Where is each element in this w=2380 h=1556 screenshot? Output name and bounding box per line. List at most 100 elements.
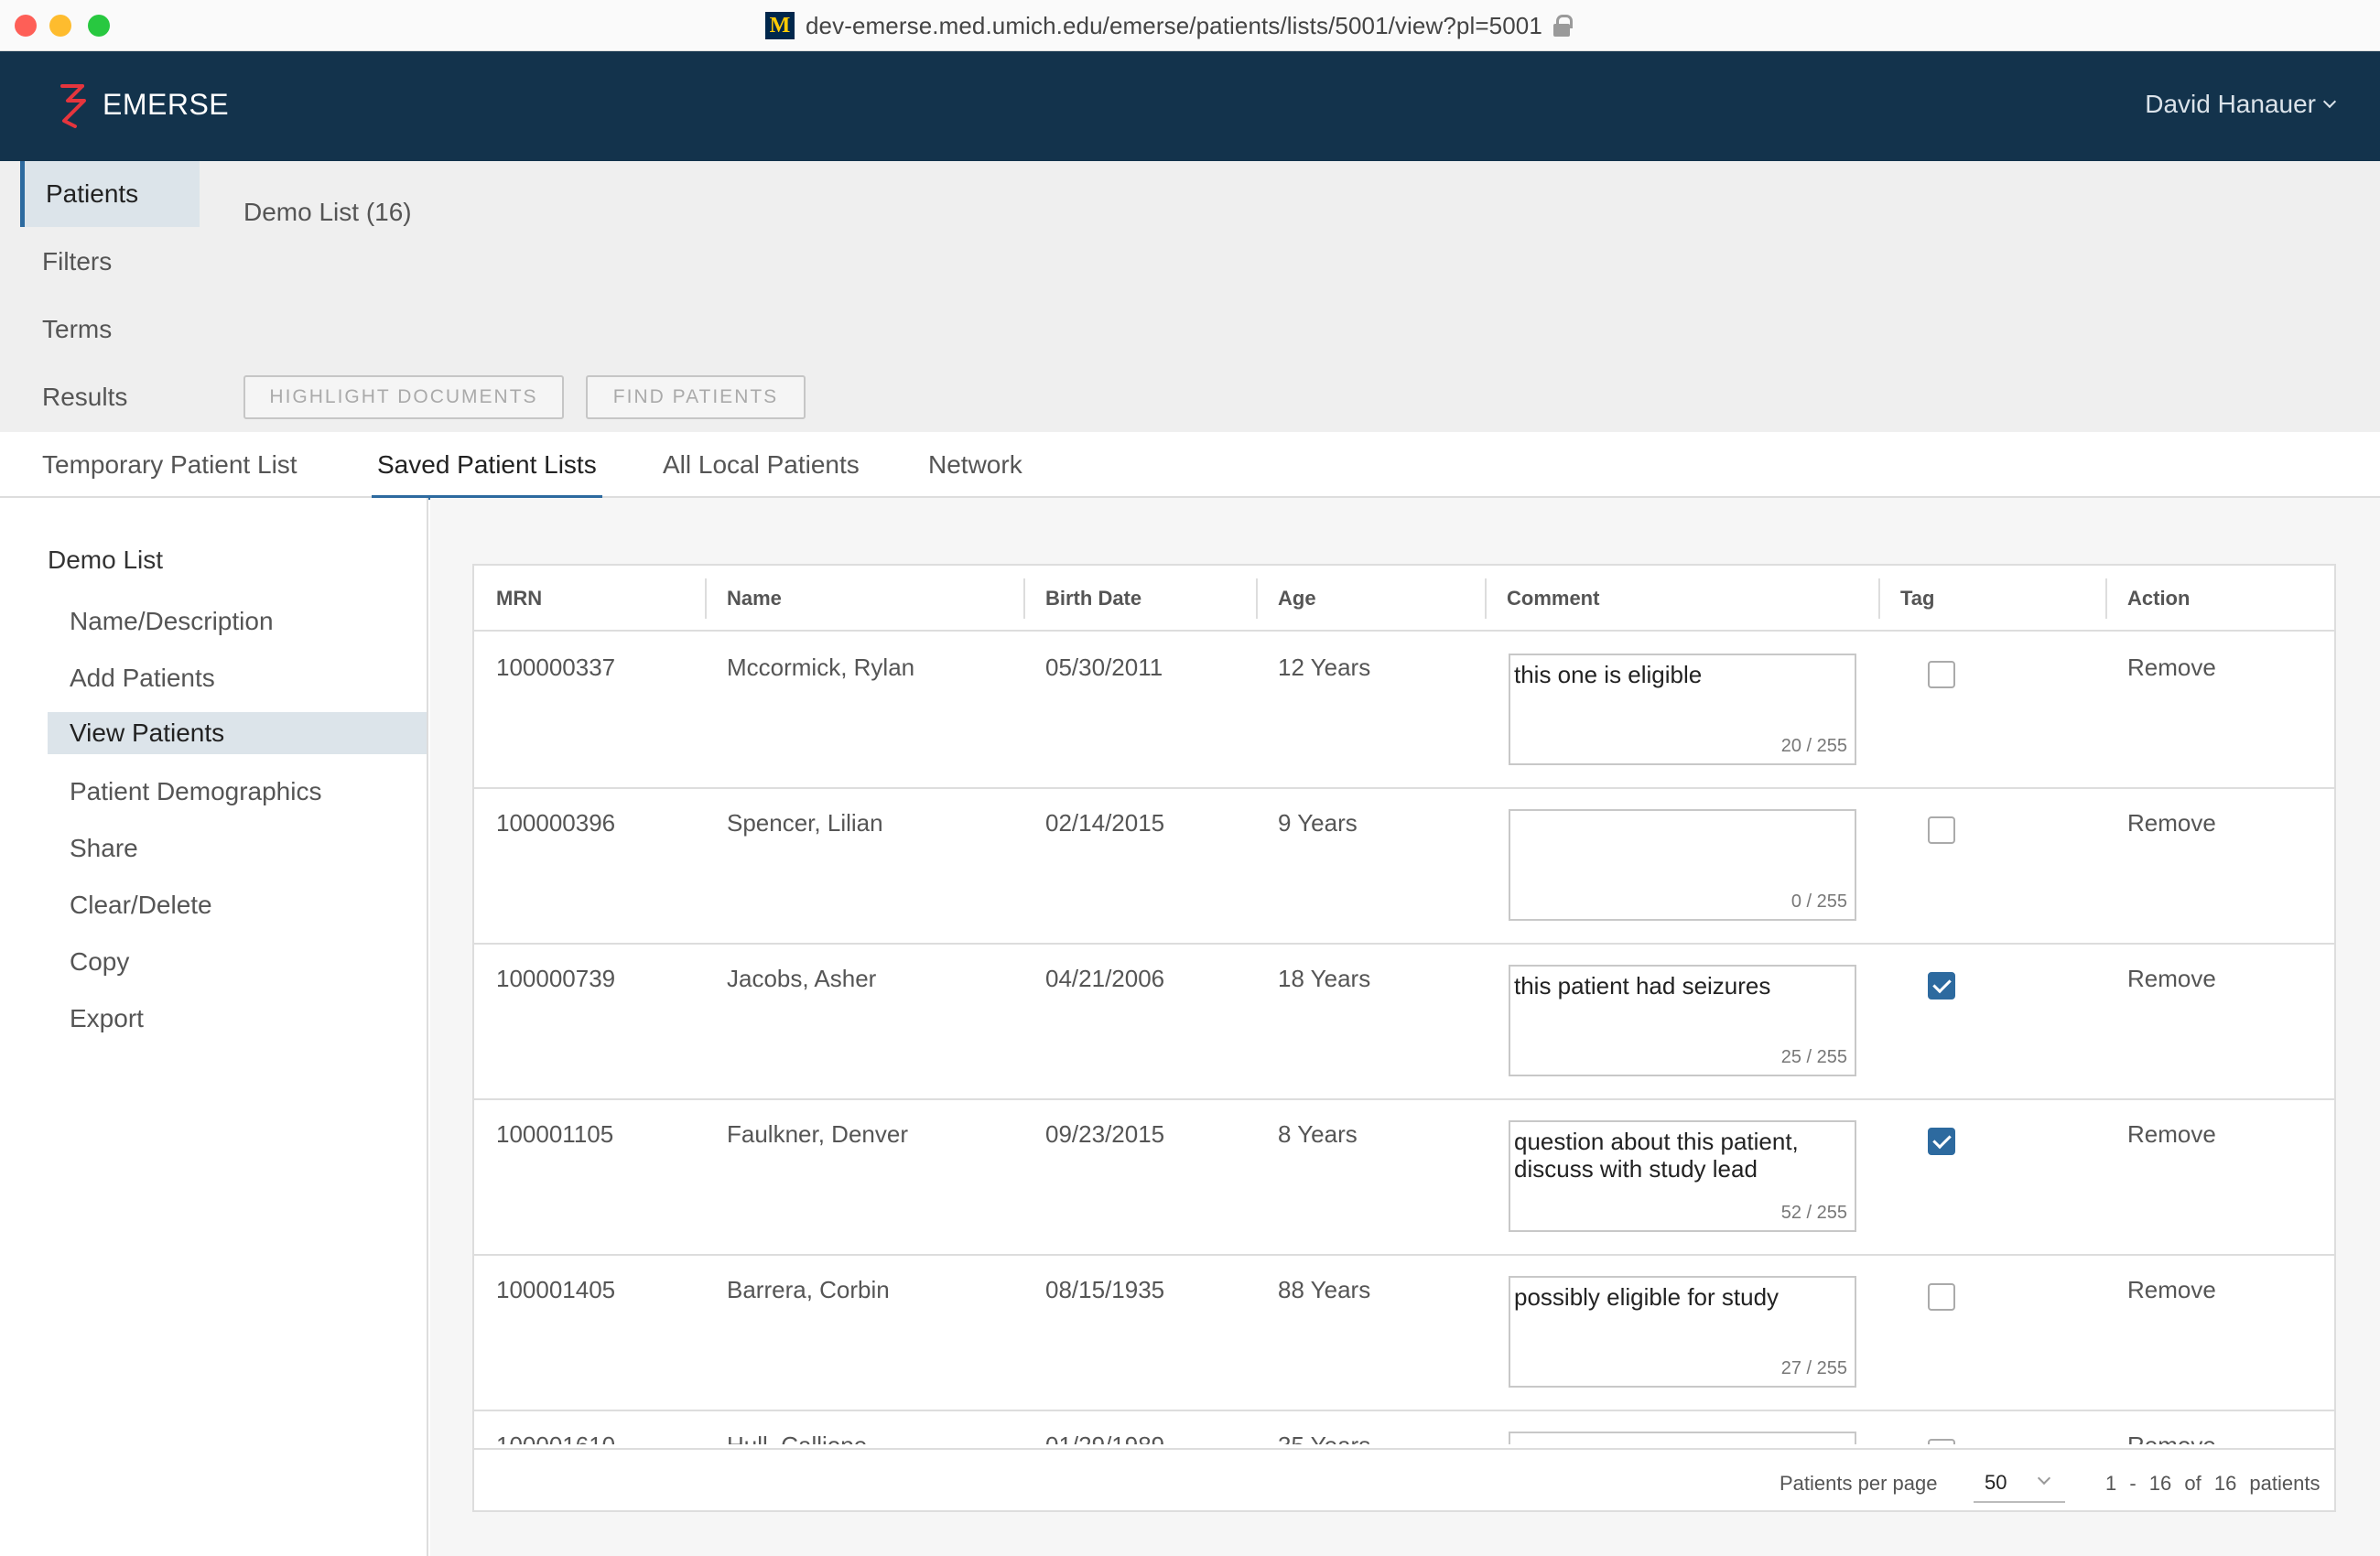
name-cell: Hull, Calliope xyxy=(727,1432,867,1444)
table-row: 100000337 Mccormick, Rylan 05/30/2011 12… xyxy=(474,633,2334,789)
birth-date-cell: 02/14/2015 xyxy=(1045,809,1165,837)
mrn-cell: 100001405 xyxy=(496,1276,616,1303)
mrn-cell: 100000396 xyxy=(496,809,616,837)
tag-checkbox[interactable] xyxy=(1928,816,1955,844)
table-body: 100000337 Mccormick, Rylan 05/30/2011 12… xyxy=(474,633,2334,1444)
per-page-value: 50 xyxy=(1985,1471,2007,1494)
user-menu[interactable]: David Hanauer xyxy=(2145,90,2337,119)
main-content: MRN Name Birth Date Age Comment Tag Acti… xyxy=(430,498,2380,1556)
birth-date-cell: 04/21/2006 xyxy=(1045,965,1165,992)
birth-date-cell: 09/23/2015 xyxy=(1045,1120,1165,1148)
column-comment[interactable]: Comment xyxy=(1485,566,1599,632)
app-name: EMERSE xyxy=(103,87,230,121)
step-navigation: Patients Filters Terms Results Demo List… xyxy=(0,161,2380,432)
patient-list-tabs: Temporary Patient List Saved Patient Lis… xyxy=(0,432,2380,500)
side-item-export[interactable]: Export xyxy=(48,998,427,1040)
column-tag[interactable]: Tag xyxy=(1878,566,1934,632)
highlight-documents-button[interactable]: HIGHLIGHT DOCUMENTS xyxy=(243,375,564,419)
site-favicon-icon: M xyxy=(765,12,795,39)
user-name: David Hanauer xyxy=(2145,90,2316,118)
comment-textarea[interactable] xyxy=(1509,1432,1856,1444)
app-header: EMERSE David Hanauer xyxy=(0,51,2380,161)
patient-table: MRN Name Birth Date Age Comment Tag Acti… xyxy=(472,564,2336,1512)
age-cell: 12 Years xyxy=(1278,654,1371,681)
name-cell: Spencer, Lilian xyxy=(727,809,883,837)
side-menu-title: Demo List xyxy=(48,546,164,574)
name-cell: Barrera, Corbin xyxy=(727,1276,890,1303)
current-list-title: Demo List (16) xyxy=(243,198,412,226)
side-item-add-patients[interactable]: Add Patients xyxy=(48,657,427,699)
mrn-cell: 100000739 xyxy=(496,965,616,992)
comment-char-counter: 20 / 255 xyxy=(1780,736,1847,756)
remove-link[interactable]: Remove xyxy=(2127,1432,2216,1444)
comment-char-counter: 25 / 255 xyxy=(1780,1047,1847,1067)
tab-temporary-patient-list[interactable]: Temporary Patient List xyxy=(42,432,298,498)
comment-textarea[interactable]: 0 / 255 xyxy=(1509,809,1856,921)
remove-link[interactable]: Remove xyxy=(2127,809,2216,837)
table-row: 100000396 Spencer, Lilian 02/14/2015 9 Y… xyxy=(474,789,2334,945)
side-item-share[interactable]: Share xyxy=(48,827,427,870)
find-patients-button[interactable]: FIND PATIENTS xyxy=(586,375,806,419)
per-page-select[interactable]: 50 xyxy=(1974,1463,2065,1503)
table-header: MRN Name Birth Date Age Comment Tag Acti… xyxy=(474,566,2334,632)
tag-checkbox[interactable] xyxy=(1928,1128,1955,1155)
age-cell: 18 Years xyxy=(1278,965,1371,992)
per-page-label: Patients per page xyxy=(1780,1472,1938,1495)
step-filters[interactable]: Filters xyxy=(20,229,200,295)
step-results[interactable]: Results xyxy=(20,364,200,430)
comment-text: question about this patient, discuss wit… xyxy=(1514,1128,1799,1183)
column-action[interactable]: Action xyxy=(2105,566,2190,632)
comment-textarea[interactable]: question about this patient, discuss wit… xyxy=(1509,1120,1856,1232)
remove-link[interactable]: Remove xyxy=(2127,1120,2216,1149)
chevron-down-icon xyxy=(2322,94,2337,109)
comment-text: this one is eligible xyxy=(1514,661,1703,688)
remove-link[interactable]: Remove xyxy=(2127,965,2216,993)
comment-text: possibly eligible for study xyxy=(1514,1283,1780,1311)
column-name[interactable]: Name xyxy=(705,566,782,632)
age-cell: 9 Years xyxy=(1278,809,1358,837)
remove-link[interactable]: Remove xyxy=(2127,1276,2216,1304)
tag-checkbox[interactable] xyxy=(1928,972,1955,1000)
address-bar[interactable]: M dev-emerse.med.umich.edu/emerse/patien… xyxy=(765,11,1573,40)
side-item-name-description[interactable]: Name/Description xyxy=(48,600,427,643)
lock-icon xyxy=(1552,15,1573,37)
birth-date-cell: 05/30/2011 xyxy=(1045,654,1163,681)
side-item-patient-demographics[interactable]: Patient Demographics xyxy=(48,771,427,813)
comment-textarea[interactable]: this patient had seizures 25 / 255 xyxy=(1509,965,1856,1076)
comment-char-counter: 0 / 255 xyxy=(1790,891,1847,912)
table-row: 100001405 Barrera, Corbin 08/15/1935 88 … xyxy=(474,1256,2334,1411)
tag-checkbox[interactable] xyxy=(1928,1283,1955,1311)
step-terms[interactable]: Terms xyxy=(20,297,200,362)
app-logo[interactable]: EMERSE xyxy=(55,79,229,130)
name-cell: Mccormick, Rylan xyxy=(727,654,915,681)
comment-textarea[interactable]: possibly eligible for study 27 / 255 xyxy=(1509,1276,1856,1388)
comment-char-counter: 52 / 255 xyxy=(1780,1203,1847,1223)
tag-checkbox[interactable] xyxy=(1928,661,1955,688)
tag-checkbox[interactable] xyxy=(1928,1439,1955,1444)
comment-textarea[interactable]: this one is eligible 20 / 255 xyxy=(1509,654,1856,765)
close-window-button[interactable] xyxy=(15,15,37,37)
age-cell: 88 Years xyxy=(1278,1276,1371,1303)
maximize-window-button[interactable] xyxy=(88,15,110,37)
side-item-view-patients[interactable]: View Patients xyxy=(48,712,427,754)
chevron-down-icon xyxy=(2037,1471,2051,1486)
column-birth-date[interactable]: Birth Date xyxy=(1023,566,1141,632)
tab-network[interactable]: Network xyxy=(928,432,1022,498)
age-cell: 35 Years xyxy=(1278,1432,1370,1444)
table-footer: Patients per page 50 1 - 16 of 16 patien… xyxy=(474,1448,2334,1512)
birth-date-cell: 08/15/1935 xyxy=(1045,1276,1165,1303)
tab-all-local-patients[interactable]: All Local Patients xyxy=(663,432,860,498)
list-side-menu: Demo List Name/Description Add Patients … xyxy=(0,498,428,1556)
name-cell: Faulkner, Denver xyxy=(727,1120,908,1148)
side-item-clear-delete[interactable]: Clear/Delete xyxy=(48,884,427,926)
name-cell: Jacobs, Asher xyxy=(727,965,877,992)
remove-link[interactable]: Remove xyxy=(2127,654,2216,682)
step-patients[interactable]: Patients xyxy=(20,161,200,227)
tab-saved-patient-lists[interactable]: Saved Patient Lists xyxy=(372,432,602,500)
column-mrn[interactable]: MRN xyxy=(474,566,542,632)
age-cell: 8 Years xyxy=(1278,1120,1358,1148)
side-item-copy[interactable]: Copy xyxy=(48,941,427,983)
comment-char-counter: 27 / 255 xyxy=(1780,1358,1847,1378)
minimize-window-button[interactable] xyxy=(49,15,71,37)
column-age[interactable]: Age xyxy=(1256,566,1316,632)
